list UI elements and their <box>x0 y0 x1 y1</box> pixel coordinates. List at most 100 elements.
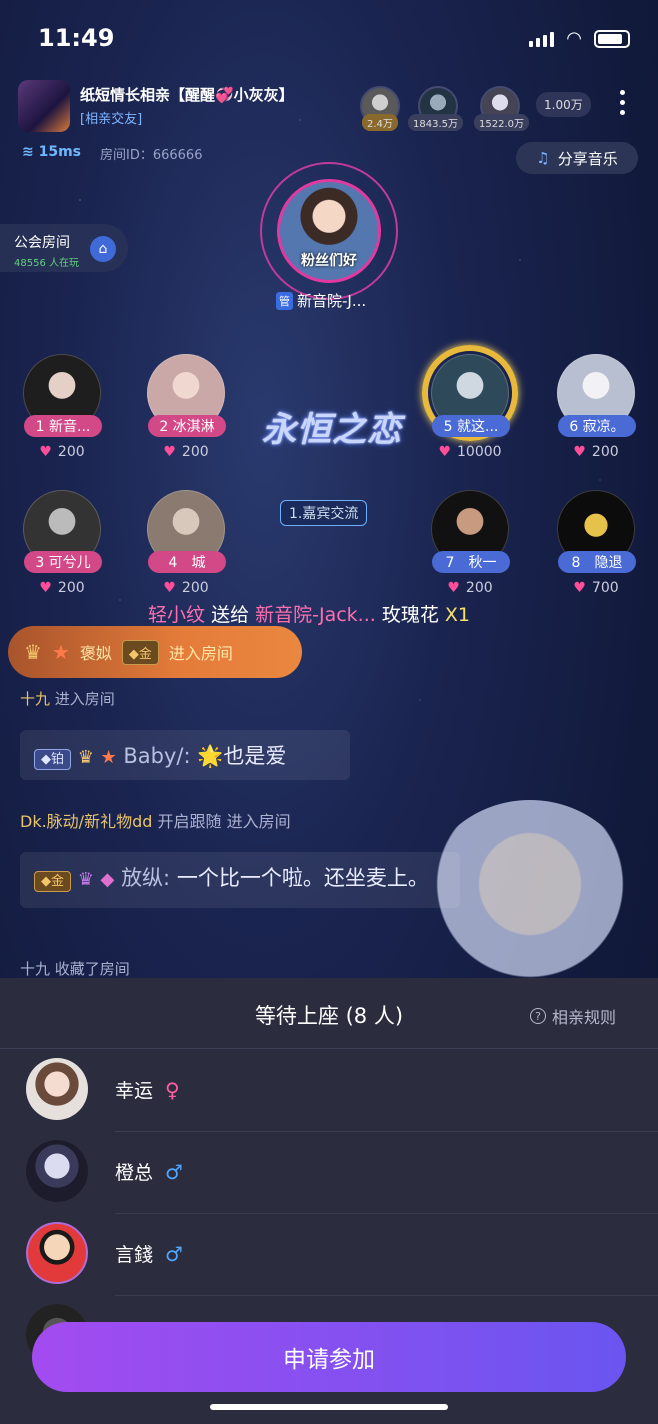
host-seat[interactable]: 粉丝们好 <box>260 162 398 300</box>
apply-join-button[interactable]: 申请参加 <box>32 1322 626 1392</box>
diamond-badge-icon: ◆ <box>100 869 115 890</box>
heart-icon: ♥ <box>573 444 586 460</box>
chat-system-text: 进入房间 <box>54 690 115 708</box>
room-tag: [相亲交友] <box>80 112 143 127</box>
user-avatar <box>26 1058 88 1120</box>
fans-count-pill[interactable]: 1.00万 <box>536 92 591 117</box>
seat-hearts-value: 200 <box>591 444 619 460</box>
seat-label: 8 隐退 <box>558 551 636 573</box>
share-music-button[interactable]: ♫ 分享音乐 <box>516 142 638 174</box>
crown-badge-icon: ♛ <box>77 747 94 768</box>
seat-hearts: ♥ 200 <box>146 580 226 596</box>
mic-seat-2[interactable]: 2 冰淇淋 ♥ 200 <box>146 354 226 460</box>
top-viewer-count: 1843.5万 <box>408 114 463 131</box>
couple-emblem-title: 永恒之恋 <box>262 410 402 450</box>
chat-user-name[interactable]: Baby/: <box>123 744 190 768</box>
mic-seat-5[interactable]: 5 就这... ♥ 10000 <box>422 345 518 460</box>
seat-avatar: 6 寂凉。 <box>557 354 636 437</box>
question-icon: ? <box>530 1008 546 1024</box>
room-title[interactable]: 纸短情长相亲【醒醒💞小灰灰】 <box>80 84 294 105</box>
mic-seat-3[interactable]: 3 可兮儿 ♥ 200 <box>22 490 102 596</box>
top-viewer-count: 1522.0万 <box>474 114 529 131</box>
gift-verb: 送给 <box>211 604 250 626</box>
user-avatar <box>26 1222 88 1284</box>
star-badge-icon: ★ <box>100 747 117 768</box>
chat-bubble: ◆金 ♛ ◆ 放纵: 一个比一个啦。还坐麦上。 <box>20 852 460 908</box>
seat-hearts-value: 200 <box>181 444 209 460</box>
chat-system-message: Dk.脉动/新礼物dd 开启跟随 进入房间 <box>20 808 291 832</box>
mic-seat-1[interactable]: 1 新音... ♥ 200 <box>22 354 102 460</box>
male-icon: ♂ <box>165 1242 183 1266</box>
seat-avatar: 8 隐退 <box>557 490 636 573</box>
seat-hearts-value: 700 <box>591 580 619 596</box>
mic-seat-7[interactable]: 7 秋一 ♥ 200 <box>430 490 510 596</box>
heart-icon: ♥ <box>39 580 52 596</box>
mic-seat-6[interactable]: 6 寂凉。 ♥ 200 <box>556 354 636 460</box>
chat-message-text: 🌟也是爱 <box>197 744 287 768</box>
male-icon: ♂ <box>165 1160 183 1184</box>
share-music-label: 分享音乐 <box>557 149 618 168</box>
mic-seat-4[interactable]: 4 城 ♥ 200 <box>146 490 226 596</box>
seat-hearts: ♥ 200 <box>146 444 226 460</box>
more-menu-icon[interactable] <box>620 90 625 115</box>
seat-hearts: ♥ 200 <box>430 580 510 596</box>
seat-avatar: 2 冰淇淋 <box>147 354 226 437</box>
waiting-user-row[interactable]: 橙总 ♂ <box>0 1132 658 1214</box>
chat-system-text: 收藏了房间 <box>54 960 130 978</box>
host-name[interactable]: 管 新音院-J... <box>276 290 366 311</box>
enter-banner-name: 褒姒 <box>79 644 112 663</box>
seat-hearts: ♥ 10000 <box>430 444 510 460</box>
guild-room-title: 公会房间 <box>14 235 70 251</box>
seat-hearts-value: 200 <box>465 580 493 596</box>
waiting-user-name: 言錢 ♂ <box>115 1242 183 1266</box>
star-badge-icon: ★ <box>51 640 70 664</box>
chat-system-text: 开启跟随 进入房间 <box>157 812 291 831</box>
gift-sender: 轻小纹 <box>148 604 206 626</box>
room-avatar[interactable] <box>18 80 70 132</box>
dating-rules-link[interactable]: ? 相亲规则 <box>530 1004 616 1028</box>
heart-icon: ♥ <box>163 444 176 460</box>
heart-icon: ♥ <box>39 444 52 460</box>
seat-label: 5 就这... <box>432 415 510 437</box>
status-time: 11:49 <box>38 24 115 52</box>
waiting-user-name: 幸运 ♀ <box>115 1078 180 1102</box>
room-id: 房间ID：666666 <box>100 148 203 163</box>
seat-avatar: 5 就这... <box>422 345 518 441</box>
chat-message-text: 一个比一个啦。还坐麦上。 <box>176 866 429 890</box>
gold-badge: ◆金 <box>34 871 72 892</box>
house-icon: ⌂ <box>90 236 116 262</box>
chat-user-name[interactable]: 十九 <box>20 960 50 978</box>
chat-user-name[interactable]: 十九 <box>20 690 50 708</box>
vip-enter-banner: ♛ ★ 褒姒 ◆金 进入房间 <box>8 626 302 678</box>
dating-rules-label: 相亲规则 <box>552 1008 617 1027</box>
seat-label: 6 寂凉。 <box>558 415 636 437</box>
mic-seat-8[interactable]: 8 隐退 ♥ 700 <box>556 490 636 596</box>
ping-value: 15ms <box>38 144 82 160</box>
sheet-divider <box>0 1048 658 1049</box>
female-icon: ♀ <box>165 1078 180 1102</box>
chat-user-name[interactable]: Dk.脉动/新礼物dd <box>20 812 152 831</box>
waiting-user-row[interactable]: 幸运 ♀ <box>0 1050 658 1132</box>
seat-avatar: 7 秋一 <box>431 490 510 573</box>
gold-badge: ◆金 <box>121 639 159 665</box>
music-note-icon: ♫ <box>536 149 550 167</box>
enter-banner-text: 进入房间 <box>168 644 233 663</box>
cellular-signal-icon <box>529 31 555 47</box>
gift-count: X1 <box>444 604 471 626</box>
chat-bubble: ◆铂 ♛ ★ Baby/: 🌟也是爱 <box>20 730 350 780</box>
seat-hearts: ♥ 700 <box>556 580 636 596</box>
platinum-badge: ◆铂 <box>34 749 72 770</box>
home-indicator[interactable] <box>210 1404 448 1410</box>
seat-label: 7 秋一 <box>432 551 510 573</box>
seat-hearts-value: 200 <box>57 580 85 596</box>
guild-room-online: 48556 人在玩 <box>14 258 79 269</box>
seat-hearts-value: 200 <box>57 444 85 460</box>
waiting-user-row[interactable]: 言錢 ♂ <box>0 1214 658 1296</box>
chat-user-name[interactable]: 放纵: <box>121 866 170 890</box>
seat-label: 3 可兮儿 <box>24 551 102 573</box>
wifi-icon: ≋ <box>22 144 39 160</box>
waiting-user-name: 橙总 ♂ <box>115 1160 183 1184</box>
seat-avatar: 1 新音... <box>23 354 102 437</box>
stage-phase-badge[interactable]: 1.嘉宾交流 <box>280 500 368 526</box>
crown-badge-icon: ♛ <box>24 640 42 664</box>
